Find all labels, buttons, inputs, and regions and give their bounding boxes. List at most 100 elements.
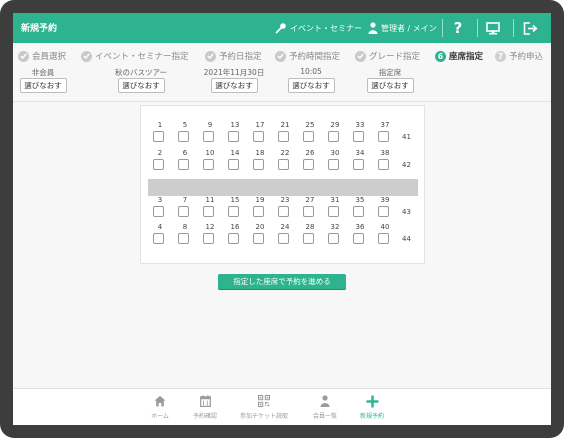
seat-checkbox[interactable] — [328, 206, 339, 217]
seat-number: 23 — [280, 196, 290, 204]
nav-item-calendar[interactable]: 予約確認 — [178, 392, 232, 424]
reselect-button[interactable]: 選びなおす — [19, 78, 67, 93]
step-label: イベント・セミナー指定 — [95, 52, 189, 62]
row-end-seat-number: 42 — [402, 161, 411, 169]
seat-checkbox[interactable] — [203, 233, 214, 244]
seat-number: 14 — [230, 149, 240, 157]
seat-checkbox[interactable] — [378, 206, 389, 217]
seat-number: 15 — [230, 196, 240, 204]
seat-checkbox[interactable] — [203, 159, 214, 170]
seat-number: 2 — [157, 149, 163, 157]
seat-number: 8 — [182, 223, 188, 231]
help-button[interactable]: ? — [443, 13, 473, 43]
nav-item-qr-code[interactable]: 参加チケット読取 — [237, 392, 291, 424]
reselect-button[interactable]: 選びなおす — [287, 78, 335, 93]
step-label: 予約時間指定 — [289, 52, 341, 62]
app-header: 新規予約 イベント・セミナー 管理者 / メイン ? — [13, 13, 551, 43]
seat-checkbox[interactable] — [253, 131, 264, 142]
seat-checkbox[interactable] — [153, 159, 164, 170]
seat-number: 19 — [255, 196, 265, 204]
step-value: 10:05 — [300, 67, 322, 76]
device-frame: 新規予約 イベント・セミナー 管理者 / メイン ? 会員選択 非会員 選びなお… — [0, 0, 564, 438]
seat-checkbox[interactable] — [278, 233, 289, 244]
seat-number: 28 — [305, 223, 315, 231]
nav-item-label: 会員一覧 — [312, 413, 337, 420]
app-screen: 新規予約 イベント・セミナー 管理者 / メイン ? 会員選択 非会員 選びなお… — [13, 13, 551, 425]
reselect-button[interactable]: 選びなおす — [366, 78, 414, 93]
seat-checkbox[interactable] — [228, 131, 239, 142]
seat-checkbox[interactable] — [228, 159, 239, 170]
aisle — [148, 179, 418, 196]
seat-checkbox[interactable] — [303, 206, 314, 217]
seat-checkbox[interactable] — [203, 131, 214, 142]
seat-number: 22 — [280, 149, 290, 157]
seat-checkbox[interactable] — [153, 131, 164, 142]
display-button[interactable] — [478, 13, 508, 43]
seat-checkbox[interactable] — [278, 159, 289, 170]
seat-number: 13 — [230, 121, 240, 129]
nav-item-plus[interactable]: 新規予約 — [345, 392, 399, 424]
seat-checkbox[interactable] — [378, 159, 389, 170]
check-icon — [355, 50, 366, 62]
seat-number: 30 — [330, 149, 340, 157]
seat-checkbox[interactable] — [353, 131, 364, 142]
seat-checkbox[interactable] — [178, 206, 189, 217]
seat-checkbox[interactable] — [228, 233, 239, 244]
step-number-badge: 7 — [495, 50, 506, 62]
seat-checkbox[interactable] — [278, 131, 289, 142]
seat-checkbox[interactable] — [353, 233, 364, 244]
user-menu[interactable]: 管理者 / メイン — [368, 19, 437, 37]
seat-checkbox[interactable] — [303, 131, 314, 142]
event-menu-label: イベント・セミナー — [290, 23, 362, 33]
seat-checkbox[interactable] — [153, 206, 164, 217]
seat-number: 34 — [355, 149, 365, 157]
seat-checkbox[interactable] — [253, 206, 264, 217]
seat-checkbox[interactable] — [378, 233, 389, 244]
seat-checkbox[interactable] — [328, 159, 339, 170]
seat-checkbox[interactable] — [353, 206, 364, 217]
seat-checkbox[interactable] — [303, 233, 314, 244]
row-end-seat-number: 41 — [402, 133, 411, 141]
seat-number: 20 — [255, 223, 265, 231]
seat-checkbox[interactable] — [328, 233, 339, 244]
step-value: 非会員 — [31, 68, 55, 77]
help-icon: ? — [453, 19, 463, 37]
seat-checkbox[interactable] — [253, 159, 264, 170]
seat-number: 16 — [230, 223, 240, 231]
event-menu[interactable]: イベント・セミナー — [275, 19, 362, 37]
seat-number: 11 — [205, 196, 215, 204]
logout-button[interactable] — [515, 13, 545, 43]
seat-checkbox[interactable] — [153, 233, 164, 244]
seat-map-panel: 1 5 9 13 17 21 25 29 33 37 41 2 6 10 14 18 22 26 30 34 38 42 3… — [140, 105, 425, 264]
seat-checkbox[interactable] — [303, 159, 314, 170]
seat-checkbox[interactable] — [228, 206, 239, 217]
seat-checkbox[interactable] — [203, 206, 214, 217]
seat-checkbox[interactable] — [178, 131, 189, 142]
step-2: イベント・セミナー指定 — [81, 49, 189, 63]
step-label: 座席指定 — [449, 52, 484, 62]
seat-checkbox[interactable] — [328, 131, 339, 142]
seat-checkbox[interactable] — [278, 206, 289, 217]
seat-number: 29 — [330, 121, 340, 129]
step-6: 6 座席指定 — [435, 49, 483, 63]
seat-checkbox[interactable] — [353, 159, 364, 170]
seat-checkbox[interactable] — [253, 233, 264, 244]
person-icon — [298, 393, 352, 409]
seat-number: 3 — [157, 196, 163, 204]
proceed-button[interactable]: 指定した座席で予約を進める — [218, 274, 346, 289]
seat-number: 26 — [305, 149, 315, 157]
seat-number: 32 — [330, 223, 340, 231]
seat-checkbox[interactable] — [378, 131, 389, 142]
monitor-icon — [486, 21, 500, 34]
seat-number: 9 — [207, 121, 213, 129]
seat-number: 4 — [157, 223, 163, 231]
divider — [13, 101, 551, 102]
step-5: グレード指定 — [355, 49, 420, 63]
seat-checkbox[interactable] — [178, 233, 189, 244]
nav-item-label: 新規予約 — [359, 413, 384, 420]
nav-item-person[interactable]: 会員一覧 — [298, 392, 352, 424]
reselect-button[interactable]: 選びなおす — [117, 78, 165, 93]
reselect-button[interactable]: 選びなおす — [210, 78, 258, 93]
seat-checkbox[interactable] — [178, 159, 189, 170]
step-label: 予約日指定 — [219, 52, 262, 62]
